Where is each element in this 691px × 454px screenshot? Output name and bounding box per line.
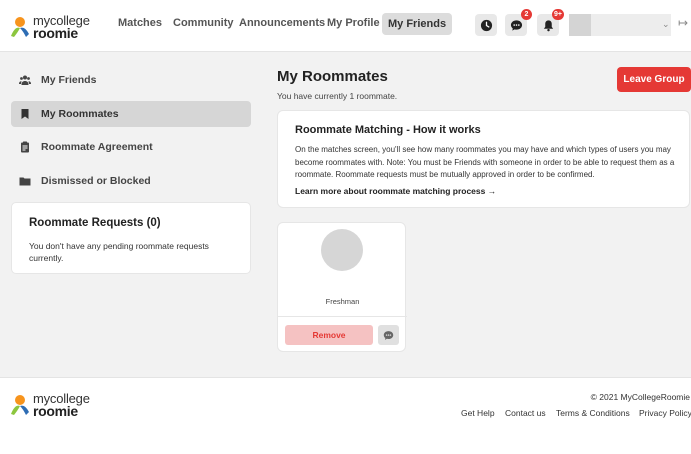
sidebar-item-my-roommates[interactable]: My Roommates <box>11 101 251 127</box>
bookmark-icon <box>19 108 31 120</box>
footer-link-privacy[interactable]: Privacy Policy <box>639 408 691 418</box>
how-it-works-title: Roommate Matching - How it works <box>295 124 481 136</box>
nav-my-friends[interactable]: My Friends <box>382 13 453 35</box>
clipboard-icon <box>19 141 31 153</box>
sidebar-item-label: Roommate Agreement <box>41 141 153 153</box>
sidebar-item-label: My Roommates <box>41 108 119 120</box>
messages-button[interactable]: 2 <box>505 9 532 36</box>
page-title: My Roommates <box>277 68 388 85</box>
sidebar-item-label: Dismissed or Blocked <box>41 175 151 187</box>
nav-community[interactable]: Community <box>173 17 234 29</box>
leave-group-button[interactable]: Leave Group <box>617 67 691 92</box>
sidebar-item-label: My Friends <box>41 74 97 86</box>
sidebar-item-my-friends[interactable]: My Friends <box>11 67 251 93</box>
roommate-card: Freshman Remove <box>277 222 407 352</box>
copyright-text: © 2021 MyCollegeRoomie <box>590 392 690 402</box>
footer-logo[interactable]: mycollege roomie <box>9 390 99 420</box>
notifications-button[interactable]: 9+ <box>537 9 564 36</box>
brand-name-bottom: roomie <box>33 25 78 41</box>
learn-more-link[interactable]: Learn more about roommate matching proce… <box>295 186 496 196</box>
top-navbar: mycollege roomie Matches Community Annou… <box>0 0 691 52</box>
roommate-requests-text: You don't have any pending roommate requ… <box>29 241 209 263</box>
page-subtitle: You have currently 1 roommate. <box>277 91 398 101</box>
chat-icon <box>383 330 394 340</box>
folder-icon <box>19 175 31 187</box>
clock-icon <box>480 19 492 31</box>
nav-my-profile[interactable]: My Profile <box>327 17 380 29</box>
logout-icon[interactable]: ↦ <box>678 16 688 30</box>
footer-link-get-help[interactable]: Get Help <box>461 408 495 418</box>
history-button[interactable] <box>475 14 497 36</box>
bell-icon <box>543 19 553 31</box>
sidebar-item-dismissed-or-blocked[interactable]: Dismissed or Blocked <box>11 168 251 194</box>
chat-icon <box>510 19 522 31</box>
avatar[interactable] <box>321 229 363 271</box>
people-icon <box>19 74 31 86</box>
footer: mycollege roomie © 2021 MyCollegeRoomie … <box>0 377 691 454</box>
roommate-requests-card: Roommate Requests (0) You don't have any… <box>11 202 251 274</box>
sidebar-item-roommate-agreement[interactable]: Roommate Agreement <box>11 134 251 160</box>
nav-announcements[interactable]: Announcements <box>239 17 325 29</box>
messages-badge: 2 <box>521 9 532 20</box>
notifications-badge: 9+ <box>552 9 564 20</box>
message-roommate-button[interactable] <box>378 325 399 345</box>
user-menu[interactable] <box>569 14 671 36</box>
how-it-works-card: Roommate Matching - How it works On the … <box>277 110 690 208</box>
logo-mark-icon <box>11 17 29 37</box>
avatar <box>569 14 591 36</box>
roommate-requests-title: Roommate Requests (0) <box>29 217 161 229</box>
brand-logo[interactable]: mycollege roomie <box>9 12 99 42</box>
brand-name-bottom: roomie <box>33 403 78 419</box>
remove-roommate-button[interactable]: Remove <box>285 325 373 345</box>
chevron-down-icon[interactable]: ⌄ <box>662 19 670 30</box>
logo-mark-icon <box>11 395 29 415</box>
card-divider <box>278 316 407 317</box>
footer-link-terms[interactable]: Terms & Conditions <box>556 408 630 418</box>
nav-matches[interactable]: Matches <box>118 17 162 29</box>
roommate-year: Freshman <box>325 297 360 306</box>
how-it-works-text: On the matches screen, you'll see how ma… <box>295 145 675 179</box>
footer-link-contact-us[interactable]: Contact us <box>505 408 546 418</box>
